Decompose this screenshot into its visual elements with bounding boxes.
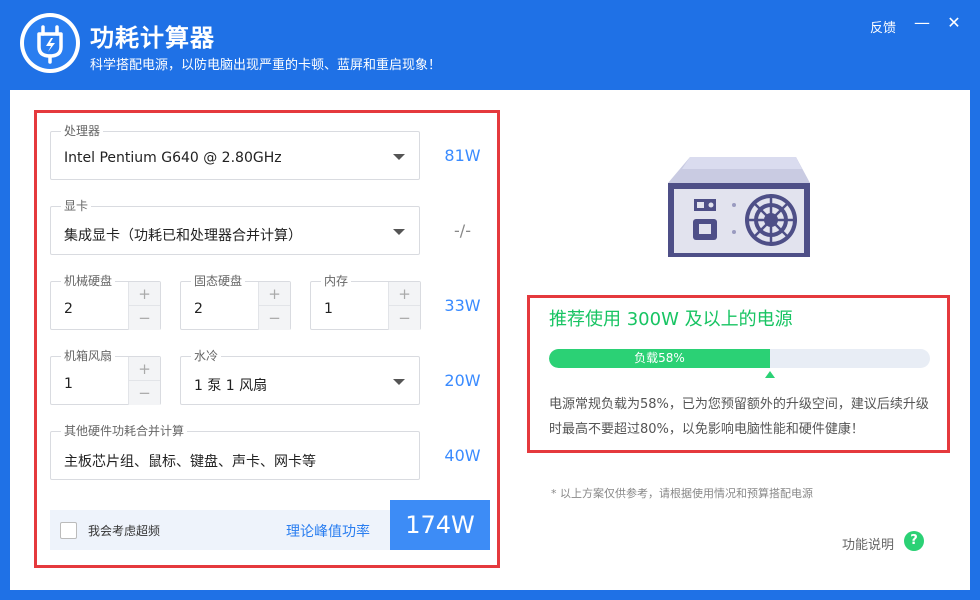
- app-logo: [20, 13, 80, 73]
- plug-bolt-icon: [37, 25, 63, 64]
- highlight-box-inputs: [34, 110, 500, 568]
- window-border-bottom: [0, 590, 980, 600]
- window-border-right: [970, 90, 980, 600]
- minimize-button[interactable]: —: [911, 12, 933, 34]
- title-bar: 功耗计算器 科学搭配电源，以防电脑出现严重的卡顿、蓝屏和重启现象！ 反馈 — ✕: [0, 0, 980, 90]
- app-subtitle: 科学搭配电源，以防电脑出现严重的卡顿、蓝屏和重启现象！: [90, 58, 442, 73]
- power-supply-icon: [668, 157, 810, 257]
- window-border-left: [0, 90, 10, 600]
- close-button[interactable]: ✕: [943, 12, 965, 34]
- help-icon[interactable]: ?: [904, 531, 924, 551]
- disclaimer-note: * 以上方案仅供参考，请根据使用情况和预算搭配电源: [551, 487, 813, 500]
- feedback-link[interactable]: 反馈: [870, 17, 896, 36]
- app-title: 功耗计算器: [90, 24, 215, 52]
- highlight-box-recommendation: [527, 295, 950, 453]
- help-link[interactable]: 功能说明: [842, 534, 894, 553]
